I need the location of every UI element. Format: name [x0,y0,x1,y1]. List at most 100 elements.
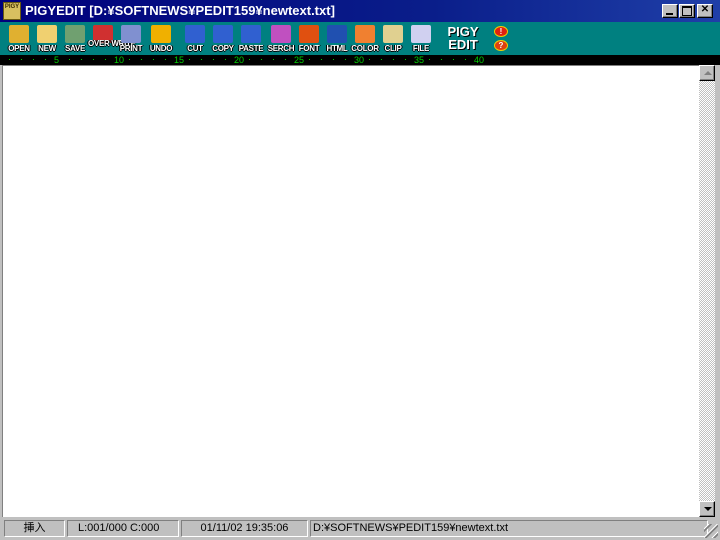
toolbar-button-over-write[interactable]: OVER WRITE [88,24,136,53]
toolbar-button-color[interactable]: COLOR [351,24,379,53]
toolbar-button-undo[interactable]: UNDO [148,24,174,53]
toolbar-button-label: HTML [326,44,348,53]
copy-icon [213,25,233,43]
toolbar-button-clip[interactable]: CLIP [380,24,406,53]
datetime-display: 01/11/02 19:35:06 [181,520,308,537]
toolbar-button-print[interactable]: PRINT [118,24,144,53]
file-path-display: D:¥SOFTNEWS¥PEDIT159¥newtext.txt [310,520,708,537]
ruler-tick [45,59,46,60]
alert-icon[interactable]: ! [494,26,508,37]
ruler-number: 40 [474,55,485,65]
toolbar-button-open[interactable]: OPEN [6,24,32,53]
ruler-tick [201,59,202,60]
toolbar-button-label: CLIP [384,44,402,53]
ruler-tick [249,59,250,60]
ruler-tick [429,59,430,60]
up-arrow-icon [704,71,712,75]
ruler-tick [333,59,334,60]
globe-icon [327,25,347,43]
toolbar-button-label: PRINT [119,44,143,53]
ruler-tick [369,59,370,60]
maximize-button[interactable] [679,4,695,18]
rainbow-icon [355,25,375,43]
toolbar-button-cut[interactable]: CUT [182,24,208,53]
window-title: PIGYEDIT [D:¥SOFTNEWS¥PEDIT159¥newtext.t… [25,3,335,18]
folder-open-icon [9,25,29,43]
ruler-tick [225,59,226,60]
resize-grip-icon[interactable] [704,524,718,538]
ruler-tick [9,59,10,60]
ruler-tick [153,59,154,60]
ruler-tick [393,59,394,60]
toolbar-button-serch[interactable]: SERCH [267,24,295,53]
ruler-tick [441,59,442,60]
toolbar-button-copy[interactable]: COPY [210,24,236,53]
ruler-tick [345,59,346,60]
toolbar-button-label: NEW [38,44,56,53]
toolbar-button-paste[interactable]: PASTE [238,24,264,53]
undo-icon [151,25,171,43]
pigy-edit-logo: PIGY EDIT [434,25,492,53]
toolbar-button-file[interactable]: FILE [408,24,434,53]
ruler-number: 10 [114,55,125,65]
toolbar-button-label: SAVE [65,44,85,53]
ruler-number: 25 [294,55,305,65]
help-icon[interactable]: ? [494,40,508,51]
ruler-number: 5 [54,55,60,65]
ruler-number: 35 [414,55,425,65]
toolbar-button-label: COPY [212,44,234,53]
toolbar-button-label: CUT [187,44,203,53]
ruler-number: 20 [234,55,245,65]
cursor-position: L:001/000 C:000 [67,520,179,537]
ruler-tick [189,59,190,60]
printer-icon [121,25,141,43]
ruler-tick [81,59,82,60]
ruler-tick [381,59,382,60]
toolbar-button-label: UNDO [149,44,173,53]
logo-line-2: EDIT [448,37,478,52]
ruler-tick [213,59,214,60]
ruler-tick [105,59,106,60]
ruler-tick [465,59,466,60]
ruler-tick [165,59,166,60]
toolbar-button-label: FILE [412,44,430,53]
vertical-scrollbar[interactable] [699,65,715,517]
toolbar-button-new[interactable]: NEW [34,24,60,53]
search-icon [271,25,291,43]
text-editor-area[interactable] [2,65,699,517]
file-icon [411,25,431,43]
toolbar-button-label: SERCH [267,44,295,53]
paste-icon [241,25,261,43]
toolbar: OPEN NEW SAVE OVER WRITE PRINT UNDO CUT COPY PAS… [0,22,720,55]
toolbar-button-save[interactable]: SAVE [62,24,88,53]
toolbar-button-font[interactable]: FONT [296,24,322,53]
ruler-tick [285,59,286,60]
ruler-tick [33,59,34,60]
close-button[interactable]: ✕ [697,4,713,18]
ruler-tick [21,59,22,60]
minimize-button[interactable] [662,4,678,18]
scroll-down-button[interactable] [699,501,715,517]
ruler-tick [453,59,454,60]
font-icon [299,25,319,43]
toolbar-button-html[interactable]: HTML [324,24,350,53]
column-ruler: 5 10 15 20 25 30 35 40 [0,55,720,65]
ruler-tick [261,59,262,60]
app-icon[interactable]: PIGY [3,2,21,20]
title-bar[interactable]: PIGY PIGYEDIT [D:¥SOFTNEWS¥PEDIT159¥newt… [0,0,720,22]
ruler-tick [93,59,94,60]
scroll-up-button[interactable] [699,65,715,81]
close-icon: ✕ [700,4,710,15]
ruler-tick [69,59,70,60]
window-frame-edge [715,65,720,517]
ruler-tick [309,59,310,60]
down-arrow-icon [704,507,712,511]
floppy-icon [65,25,85,43]
clipboard-icon [383,25,403,43]
status-bar: 挿入 L:001/000 C:000 01/11/02 19:35:06 D:¥… [0,517,720,540]
ruler-tick [405,59,406,60]
toolbar-button-label: FONT [298,44,320,53]
ruler-tick [141,59,142,60]
ruler-tick [273,59,274,60]
ruler-tick [129,59,130,60]
